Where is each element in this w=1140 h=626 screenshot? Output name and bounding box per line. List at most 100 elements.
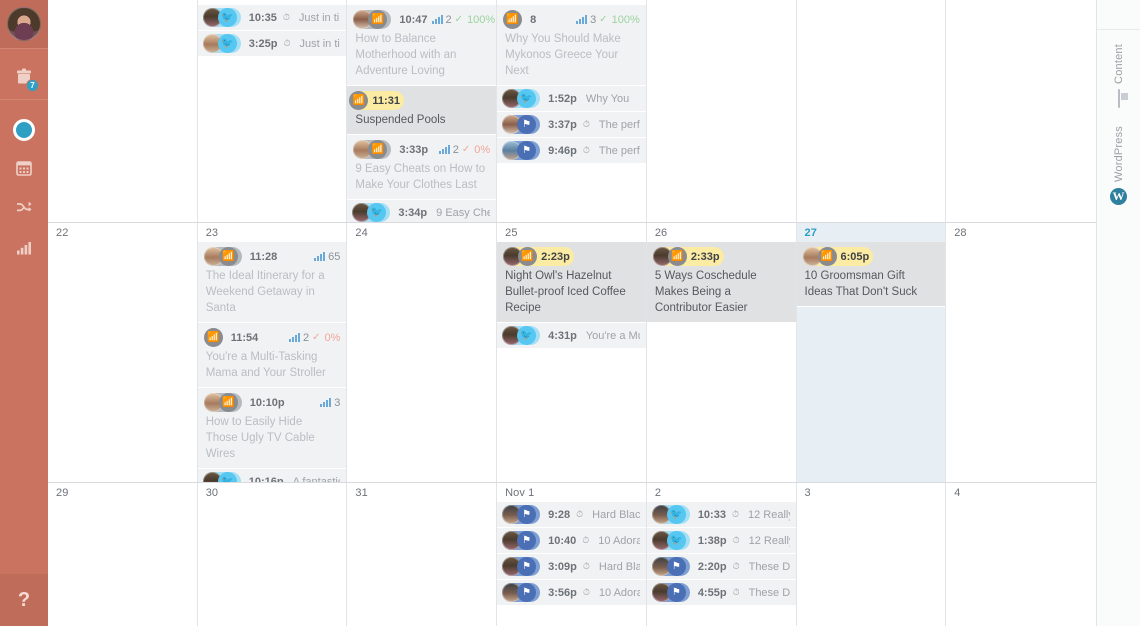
item-message: Why You [585,92,630,105]
day-cell[interactable]: 18 📶 8 3 ✓ 100% [497,0,647,222]
clock-icon: ⏱ [282,12,290,22]
share-count: 3 [334,396,341,409]
calendar-item[interactable]: ⚑ 4:55p ⏱ These DIY [646,580,796,606]
day-cell[interactable]: 16 🐦 10:35 ⏱ Just in time [197,0,348,222]
day-cell[interactable]: 24 [347,223,498,482]
calendar-item[interactable]: ⚑ 2:20p ⏱ These DIY [646,554,796,580]
sidebar-item-analytics[interactable] [0,230,48,270]
calendar-item[interactable]: 📶 10:47 2 ✓ 100% How to Balance Motherho… [347,5,497,86]
day-cell[interactable]: 2 🐦 10:33 ⏱ 12 Really 🐦 1:38p ⏱ 12 Reall… [646,483,797,626]
add-item-icon[interactable]: + [1077,0,1086,2]
item-title: Why You Should Make Mykonos Greece Your … [505,33,621,77]
day-items: 📶 2:23p Night Owl's Hazelnut Bullet-proo… [497,242,646,349]
day-cell[interactable]: 22 [48,223,198,482]
day-items: 🐦 10:35 ⏱ Just in time 🐦 [197,5,347,57]
right-rail-content-label: Content [1112,44,1125,84]
calendar-item[interactable]: ⚑ 3:56p ⏱ 10 Adorable [497,580,646,606]
item-time: 3:37p [548,118,577,131]
calendar-item[interactable]: 🐦 3:25p ⏱ Just in time [197,31,347,57]
day-cell[interactable]: Nov 1 ⚑ 9:28 ⏱ Hard Black [497,483,647,626]
social-pill: 📶 2:23p [503,247,574,266]
calendar-item[interactable]: 🐦 1:52p Why You [497,86,646,112]
day-number: Oct 15 [48,0,197,5]
item-title: The Ideal Itinerary for a Weekend Getawa… [205,270,325,314]
day-cell[interactable]: 26 📶 2:33p 5 Ways Coschedule Makes Being… [646,223,797,482]
day-cell[interactable]: 3 [796,483,947,626]
day-number: 25 [505,227,518,239]
clock-icon: ⏱ [576,509,584,519]
day-cell[interactable]: 25 📶 2:23p Night Owl's Hazelnut Bullet-p… [497,223,647,482]
item-time: 6:05p [840,250,870,263]
calendar-icon [14,158,34,182]
calendar-item[interactable]: 🐦 10:35 ⏱ Just in time [197,5,347,31]
day-cell[interactable]: 29 [48,483,198,626]
bars-icon [438,145,450,154]
social-pill: 📶 6:05p [802,247,874,266]
sidebar-item-calendar[interactable] [0,150,48,190]
item-title: You're a Multi-Tasking Mama and Your Str… [205,351,326,379]
bars-icon [314,252,326,261]
day-cell[interactable]: 28 [946,223,1096,482]
day-cell[interactable]: 4 [946,483,1096,626]
calendar-item[interactable]: ⚑ 3:09p ⏱ Hard Black [497,554,646,580]
day-cell-today[interactable]: 27 📶 6:05p 10 Groomsman Gift Ideas That … [796,223,947,482]
calendar-item[interactable]: 🐦 1:38p ⏱ 12 Really [646,528,796,554]
sidebar-item-shuffle[interactable] [0,190,48,230]
day-cell[interactable]: 23 📶 11:28 65 The Ideal Itinerary for a … [197,223,348,482]
day-cell[interactable]: 20 [796,0,947,222]
sidebar-item-schedule[interactable]: 7 [0,59,48,99]
facebook-icon: ⚑ [666,583,686,602]
completion-pct: 0% [474,143,491,156]
day-cell[interactable]: Oct 15 [48,0,198,222]
share-count: 2 [452,143,459,156]
item-title: 9 Easy Cheats on How to Make Your Clothe… [355,163,486,191]
rss-icon: 📶 [368,10,388,29]
item-time: 3:09p [548,560,577,573]
help-button[interactable]: ? [0,574,48,626]
right-rail-item-content[interactable]: Content [1113,30,1125,112]
calendar-item[interactable]: 📶 2:23p Night Owl's Hazelnut Bullet-proo… [497,242,646,323]
social-pill: 🐦 [651,505,690,524]
check-icon: ✓ [454,14,464,25]
item-stats: 65 [314,251,340,263]
calendar-item[interactable]: ⚑ 9:28 ⏱ Hard Black [497,502,646,528]
item-title: Night Owl's Hazelnut Bullet-proof Iced C… [505,270,626,314]
sidebar-item-status[interactable] [0,110,48,150]
calendar-item[interactable]: 🐦 4:31p You're a Multi- [497,323,646,349]
share-count: 3 [590,13,597,26]
completion-pct: 100% [611,13,640,26]
day-cell[interactable]: 21 + [946,0,1096,222]
day-cell[interactable]: 31 [347,483,498,626]
calendar-item[interactable]: ⚑ 10:40 ⏱ 10 Adorable [497,528,646,554]
calendar-item[interactable]: ⚑ 9:46p ⏱ The perfect [497,138,646,164]
social-pill: ⚑ [502,531,541,550]
avatar-button[interactable] [0,0,48,48]
calendar-item[interactable]: 🐦 10:16p A fantastic [197,469,347,482]
calendar-item[interactable]: 📶 11:28 65 The Ideal Itinerary for a Wee… [197,242,347,323]
calendar-item[interactable]: ⚑ 3:37p ⏱ The perfect [497,112,646,138]
day-number: 22 [56,227,69,239]
calendar-item[interactable]: 🐦 10:33 ⏱ 12 Really [646,502,796,528]
rss-icon: 📶 [817,247,837,266]
calendar-item[interactable]: 📶 11:54 2 ✓ 0% You're a Multi-Tasking Ma… [197,323,347,388]
day-number: 31 [355,487,368,499]
item-message: The perfect [598,144,640,157]
left-sidebar: 7 ? [0,0,48,626]
day-items: ⚑ 9:28 ⏱ Hard Black ⚑ [497,502,646,606]
status-circle-icon [13,119,35,141]
calendar-item[interactable]: 📶 10:10p 3 How to Easily Hide Those Ugly… [197,388,347,469]
calendar-item[interactable]: 📶 3:33p 2 ✓ 0% 9 Easy Cheats on How to M… [347,135,497,200]
day-cell[interactable]: 19 [646,0,797,222]
calendar-item[interactable]: 📶 8 3 ✓ 100% Why You Should Make Mykonos… [497,5,646,86]
calendar-item[interactable]: 📶 6:05p 10 Groomsman Gift Ideas That Don… [796,242,946,307]
day-cell[interactable]: 30 [197,483,348,626]
rss-icon: 📶 [368,140,388,159]
calendar-item[interactable]: 📶 2:33p 5 Ways Coschedule Makes Being a … [646,242,796,323]
item-time: 9:28 [548,508,571,521]
right-rail-item-wordpress[interactable]: W WordPress [1110,112,1127,209]
day-cell[interactable]: 17 📶 10:47 2 ✓ [347,0,498,222]
day-number: 21 [946,0,1096,5]
twitter-icon: 🐦 [367,203,387,222]
calendar-item[interactable]: 🐦 3:34p 9 Easy Cheats [347,200,497,222]
calendar-item[interactable]: 📶 11:31 Suspended Pools [347,86,497,135]
